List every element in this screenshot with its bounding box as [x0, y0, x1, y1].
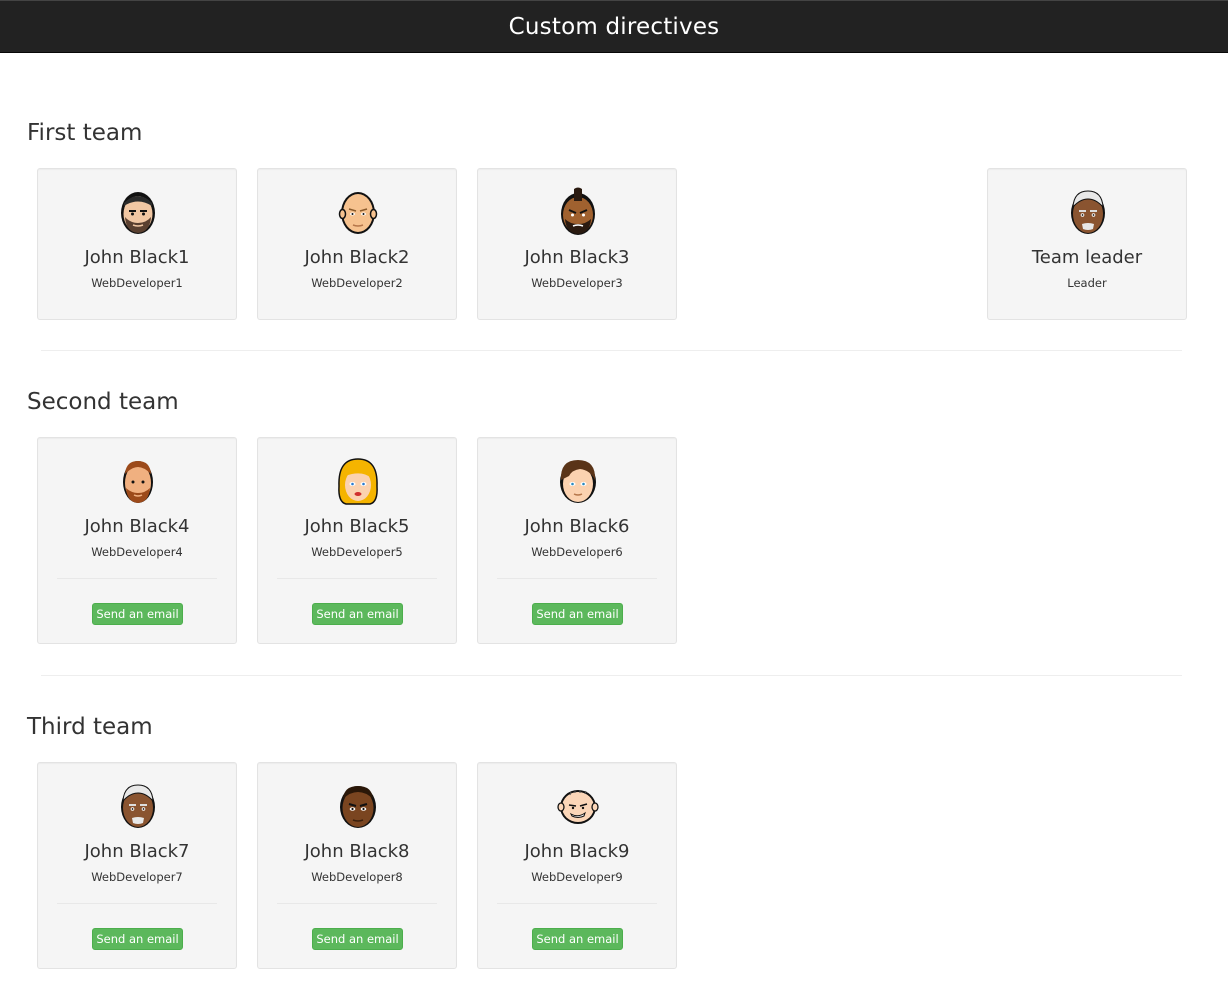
member-card: John Black7 WebDeveloper7 Send an email: [37, 762, 237, 969]
member-role: WebDeveloper4: [91, 545, 183, 559]
member-name: John Black6: [524, 516, 630, 537]
gray-hair-man-avatar-icon: [1066, 187, 1110, 237]
member-card: John Black8 WebDeveloper8 Send an email: [257, 762, 457, 969]
member-role: WebDeveloper3: [531, 276, 623, 290]
dark-skin-man-avatar-icon: [336, 781, 380, 831]
member-name: John Black5: [304, 516, 410, 537]
grinning-bald-man-avatar-icon: [556, 781, 600, 831]
leader-role: Leader: [1067, 276, 1107, 290]
member-name: John Black4: [84, 516, 190, 537]
member-name: John Black2: [304, 247, 410, 268]
team-title-second: Second team: [27, 389, 179, 415]
member-name: John Black1: [84, 247, 190, 268]
blonde-woman-avatar-icon: [336, 456, 380, 506]
card-divider: [277, 903, 437, 904]
brown-hair-man-avatar-icon: [556, 456, 600, 506]
send-email-button[interactable]: Send an email: [532, 603, 623, 625]
member-role: WebDeveloper5: [311, 545, 403, 559]
member-role: WebDeveloper1: [91, 276, 183, 290]
send-email-button[interactable]: Send an email: [312, 603, 403, 625]
gray-hair-man-avatar-icon: [116, 781, 160, 831]
card-divider: [497, 578, 657, 579]
member-role: WebDeveloper7: [91, 870, 183, 884]
card-divider: [57, 903, 217, 904]
navbar: Custom directives: [0, 0, 1228, 53]
section-divider: [41, 675, 1182, 676]
send-email-button[interactable]: Send an email: [92, 603, 183, 625]
mohawk-man-avatar-icon: [556, 187, 600, 237]
leader-card: Team leader Leader: [987, 168, 1187, 320]
bald-man-avatar-icon: [336, 187, 380, 237]
member-card: John Black3 WebDeveloper3: [477, 168, 677, 320]
member-card: John Black4 WebDeveloper4 Send an email: [37, 437, 237, 644]
member-card: John Black9 WebDeveloper9 Send an email: [477, 762, 677, 969]
leader-name: Team leader: [1031, 247, 1143, 268]
member-card: John Black6 WebDeveloper6 Send an email: [477, 437, 677, 644]
member-role: WebDeveloper2: [311, 276, 403, 290]
member-card: John Black1 WebDeveloper1: [37, 168, 237, 320]
page-title: Custom directives: [508, 13, 720, 40]
send-email-button[interactable]: Send an email: [312, 928, 403, 950]
card-divider: [57, 578, 217, 579]
card-divider: [277, 578, 437, 579]
team-title-first: First team: [27, 120, 143, 146]
member-role: WebDeveloper9: [531, 870, 623, 884]
send-email-button[interactable]: Send an email: [532, 928, 623, 950]
member-role: WebDeveloper6: [531, 545, 623, 559]
section-divider: [41, 350, 1182, 351]
send-email-button[interactable]: Send an email: [92, 928, 183, 950]
member-name: John Black3: [524, 247, 630, 268]
member-name: John Black8: [304, 841, 410, 862]
member-name: John Black7: [84, 841, 190, 862]
member-card: John Black2 WebDeveloper2: [257, 168, 457, 320]
ginger-man-avatar-icon: [116, 456, 160, 506]
bearded-man-avatar-icon: [116, 187, 160, 237]
team-title-third: Third team: [27, 714, 153, 740]
card-divider: [497, 903, 657, 904]
member-name: John Black9: [524, 841, 630, 862]
member-card: John Black5 WebDeveloper5 Send an email: [257, 437, 457, 644]
member-role: WebDeveloper8: [311, 870, 403, 884]
